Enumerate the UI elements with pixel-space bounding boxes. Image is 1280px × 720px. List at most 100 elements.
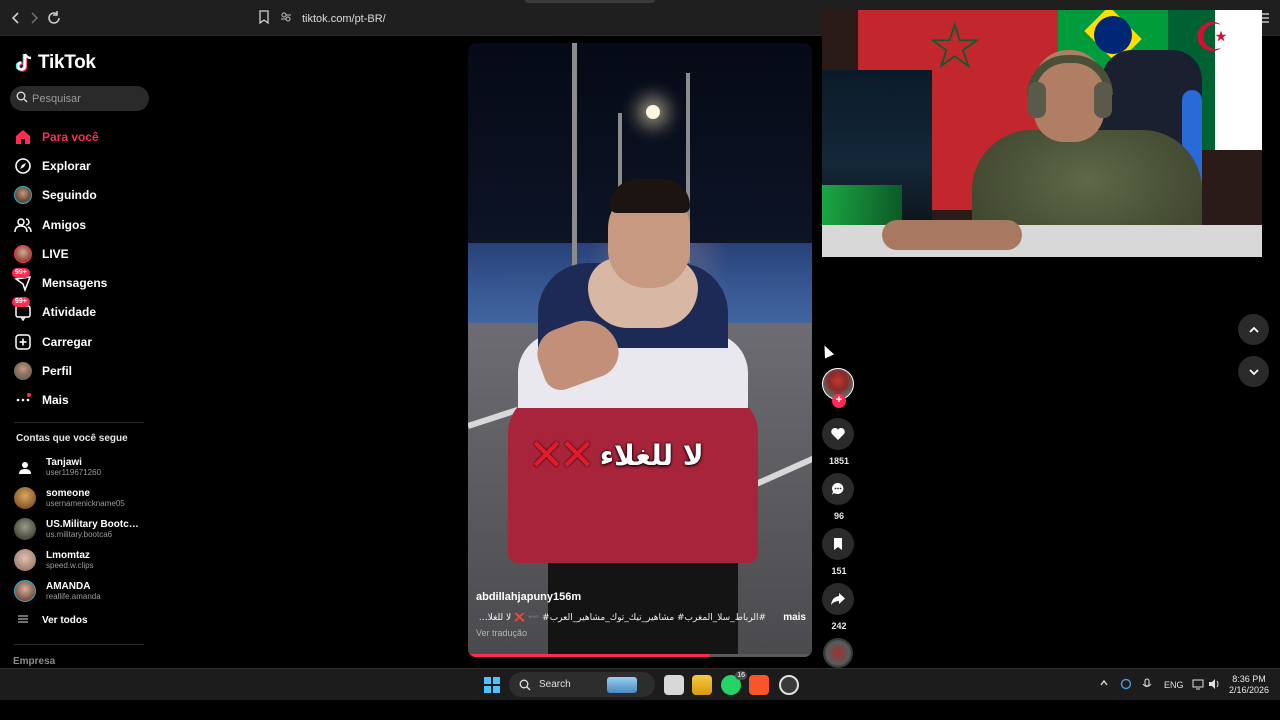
activity-badge: 99+ <box>12 297 30 308</box>
account-name: Tanjawi <box>46 457 82 469</box>
nav-label: Para você <box>42 129 99 144</box>
brazil-flag-globe <box>1094 16 1132 54</box>
following-account[interactable]: AMANDA reallife.amanda <box>14 575 154 606</box>
comment-button[interactable] <box>822 473 854 505</box>
search-icon <box>519 679 531 690</box>
save-button[interactable] <box>822 528 854 560</box>
nav-label: Seguindo <box>42 188 97 203</box>
footer-section-empresa[interactable]: Empresa <box>13 656 55 667</box>
avatar <box>14 456 36 479</box>
avatar <box>14 548 36 571</box>
nav-item-live[interactable]: LIVE <box>14 239 154 268</box>
brave-browser-icon[interactable] <box>749 675 769 695</box>
system-clock[interactable]: 8:36 PM 2/16/2026 <box>1226 674 1272 696</box>
following-account[interactable]: US.Military Bootca... us.military.bootca… <box>14 514 154 545</box>
following-account[interactable]: Tanjawi user119671260 <box>14 452 154 483</box>
taskbar-search-label: Search <box>539 679 571 690</box>
main-nav: Para você Explorar Seguindo Amigos LIVE <box>12 122 154 415</box>
nav-item-para-voce[interactable]: Para você <box>14 122 154 151</box>
overlay-arabic-text: لا للغلاء <box>599 439 704 472</box>
account-handle: user119671260 <box>46 468 102 478</box>
nav-item-mais[interactable]: Mais <box>14 386 154 415</box>
tiktok-logo[interactable]: TikTok <box>16 52 96 74</box>
whatsapp-badge: 16 <box>735 671 747 680</box>
account-handle: reallife.amanda <box>46 591 101 601</box>
nav-label: Mais <box>42 393 69 408</box>
taskbar: Search 16 ENG 8:36 PM 2/16/2026 <box>0 668 1280 700</box>
video-progress-bar[interactable] <box>468 654 812 657</box>
file-explorer-icon[interactable] <box>692 675 712 695</box>
back-icon[interactable] <box>8 10 24 26</box>
nav-item-explorar[interactable]: Explorar <box>14 151 154 180</box>
video-player[interactable]: ✕✕ لا للغلاء abdillahjapuny156m #الرباط_… <box>468 43 812 657</box>
nav-item-seguindo[interactable]: Seguindo <box>14 181 154 210</box>
rgb-lights <box>822 185 902 225</box>
like-count: 1851 <box>828 456 850 466</box>
bookmark-icon[interactable] <box>258 9 270 29</box>
account-handle: speed.w.clips <box>46 560 94 570</box>
volume-icon[interactable] <box>1208 678 1220 692</box>
reload-icon[interactable] <box>46 10 62 26</box>
translate-button[interactable]: Ver tradução <box>476 628 806 638</box>
music-disc-icon[interactable] <box>823 638 853 668</box>
see-more-button[interactable]: mais <box>783 612 806 623</box>
heart-icon <box>831 428 845 440</box>
chevron-up-icon <box>1248 326 1259 333</box>
messages-badge: 99+ <box>12 268 30 279</box>
account-name: Lmomtaz <box>46 549 90 561</box>
network-icon[interactable] <box>1192 678 1204 692</box>
video-author[interactable]: abdillahjapuny156m <box>476 591 806 603</box>
nav-item-amigos[interactable]: Amigos <box>14 210 154 239</box>
nav-item-carregar[interactable]: Carregar <box>14 327 154 356</box>
tiktok-note-icon <box>16 53 32 72</box>
nav-label: Perfil <box>42 364 73 379</box>
previous-video-button[interactable] <box>1238 314 1269 345</box>
see-all-button[interactable]: Ver todos <box>18 614 88 627</box>
share-count: 242 <box>831 621 847 631</box>
chevron-up-icon[interactable] <box>1099 678 1109 690</box>
windows-start-icon[interactable] <box>484 677 500 693</box>
account-name: US.Military Bootca... <box>46 518 141 530</box>
nav-item-mensagens[interactable]: 99+ Mensagens <box>12 268 154 297</box>
friends-icon <box>14 216 32 234</box>
nav-item-atividade[interactable]: 99+ Atividade <box>12 297 154 327</box>
task-view-icon[interactable] <box>664 675 684 695</box>
sync-icon[interactable] <box>1120 678 1132 692</box>
avatar <box>14 517 36 540</box>
url-text[interactable]: tiktok.com/pt-BR/ <box>302 13 386 25</box>
follow-plus-icon[interactable]: + <box>832 394 846 408</box>
nav-label: Mensagens <box>42 276 108 291</box>
search-input[interactable] <box>32 92 142 105</box>
more-icon <box>14 391 32 409</box>
site-info-icon[interactable] <box>280 10 292 28</box>
live-avatar-icon <box>14 244 32 263</box>
clock-date: 2/16/2026 <box>1228 685 1270 695</box>
following-account[interactable]: Lmomtaz speed.w.clips <box>14 544 154 575</box>
following-account[interactable]: someone usernamenickname05 <box>14 483 154 514</box>
sidebar-divider <box>14 644 144 645</box>
account-name: someone <box>46 488 90 500</box>
video-overlay-caption: ✕✕ لا للغلاء <box>528 430 704 481</box>
obs-studio-icon[interactable] <box>779 675 799 695</box>
see-all-label: Ver todos <box>42 615 88 626</box>
nav-label: Explorar <box>42 158 91 173</box>
search-box[interactable] <box>10 86 149 111</box>
next-video-button[interactable] <box>1238 356 1269 387</box>
nav-label: LIVE <box>42 246 69 261</box>
share-button[interactable] <box>822 583 854 615</box>
taskbar-search[interactable]: Search <box>509 672 655 697</box>
nav-item-perfil[interactable]: Perfil <box>14 356 154 385</box>
logo-text: TikTok <box>38 52 96 73</box>
following-list: Tanjawi user119671260 someone usernameni… <box>14 452 154 606</box>
creator-avatar[interactable]: + <box>822 368 854 408</box>
microphone-icon[interactable] <box>1142 678 1152 692</box>
language-indicator[interactable]: ENG <box>1164 680 1184 690</box>
forward-icon[interactable] <box>26 10 42 26</box>
like-button[interactable] <box>822 418 854 450</box>
streamer-arm <box>882 220 1022 250</box>
search-icon <box>16 90 28 108</box>
address-bar[interactable]: tiktok.com/pt-BR/ <box>258 7 818 31</box>
whatsapp-icon[interactable]: 16 <box>721 671 747 695</box>
nav-label: Carregar <box>42 334 93 349</box>
bookmark-icon <box>834 538 842 550</box>
